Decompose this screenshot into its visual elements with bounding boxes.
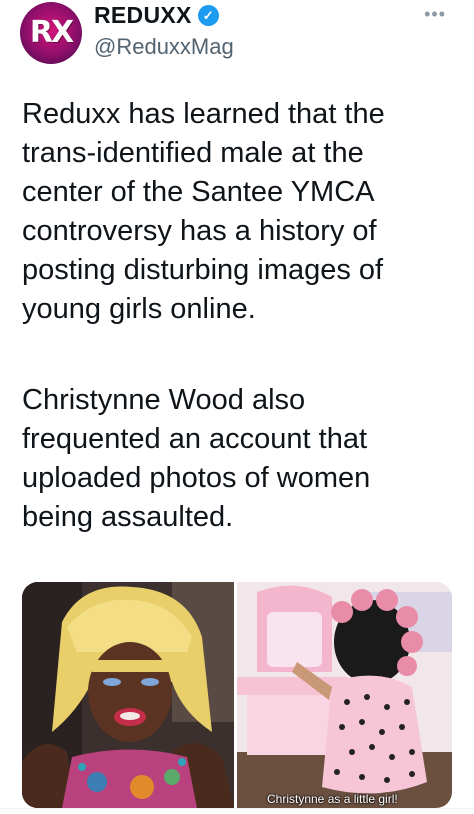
photo-left[interactable] — [22, 582, 234, 808]
photo-right[interactable]: Christynne as a little girl! — [237, 582, 452, 808]
more-options-icon[interactable]: ••• — [424, 4, 446, 25]
tweet: RX REDUXX ✓ @ReduxxMag ••• Reduxx has le… — [0, 0, 474, 814]
author-name-row: REDUXX ✓ — [94, 2, 219, 29]
photo-left-image — [22, 582, 234, 808]
verified-badge-icon: ✓ — [197, 5, 219, 26]
photo-caption: Christynne as a little girl! — [267, 792, 398, 806]
avatar[interactable]: RX — [20, 2, 82, 64]
author-handle[interactable]: @ReduxxMag — [94, 34, 234, 60]
reduxx-logo: RX — [29, 15, 74, 50]
tweet-text-paragraph-2: Christynne Wood also frequented an accou… — [22, 384, 371, 533]
display-name[interactable]: REDUXX — [94, 2, 192, 29]
media-grid: Christynne as a little girl! — [22, 582, 452, 808]
tweet-text-paragraph-1: Reduxx has learned that the trans-identi… — [22, 98, 385, 325]
photo-right-image — [237, 582, 452, 808]
divider — [0, 808, 474, 809]
